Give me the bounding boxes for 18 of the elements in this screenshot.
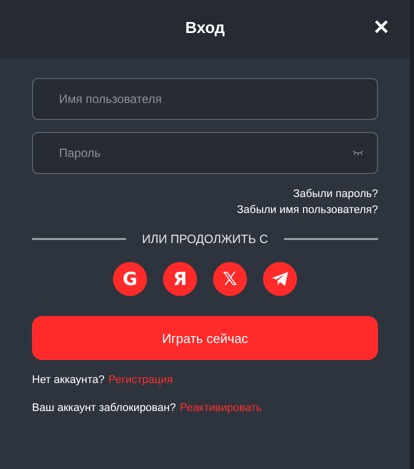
play-now-button[interactable]: Играть сейчас: [32, 316, 378, 360]
footer-link[interactable]: Реактивировать: [180, 402, 262, 414]
window-title: Вход: [185, 20, 225, 38]
social-login-button[interactable]: G: [113, 262, 147, 296]
divider-label: ИЛИ ПРОДОЛЖИТЬ С: [142, 232, 268, 246]
username-field[interactable]: Имя пользователя: [32, 78, 378, 120]
social-login-button[interactable]: 𝕏: [213, 262, 247, 296]
social-login-button[interactable]: Я: [163, 262, 197, 296]
paper-plane-icon: [271, 271, 289, 287]
forgot-link[interactable]: Забыли пароль?: [293, 188, 378, 200]
close-button[interactable]: ✕: [373, 15, 390, 41]
forgot-link[interactable]: Забыли имя пользователя?: [236, 204, 378, 216]
eye-closed-icon[interactable]: [352, 150, 364, 156]
footer-text: Нет аккаунта?: [32, 374, 104, 386]
footer-link[interactable]: Регистрация: [108, 374, 173, 386]
footer-text: Ваш аккаунт заблокирован?: [32, 402, 176, 414]
password-field[interactable]: Пароль: [32, 132, 378, 174]
social-login-button[interactable]: [263, 262, 297, 296]
